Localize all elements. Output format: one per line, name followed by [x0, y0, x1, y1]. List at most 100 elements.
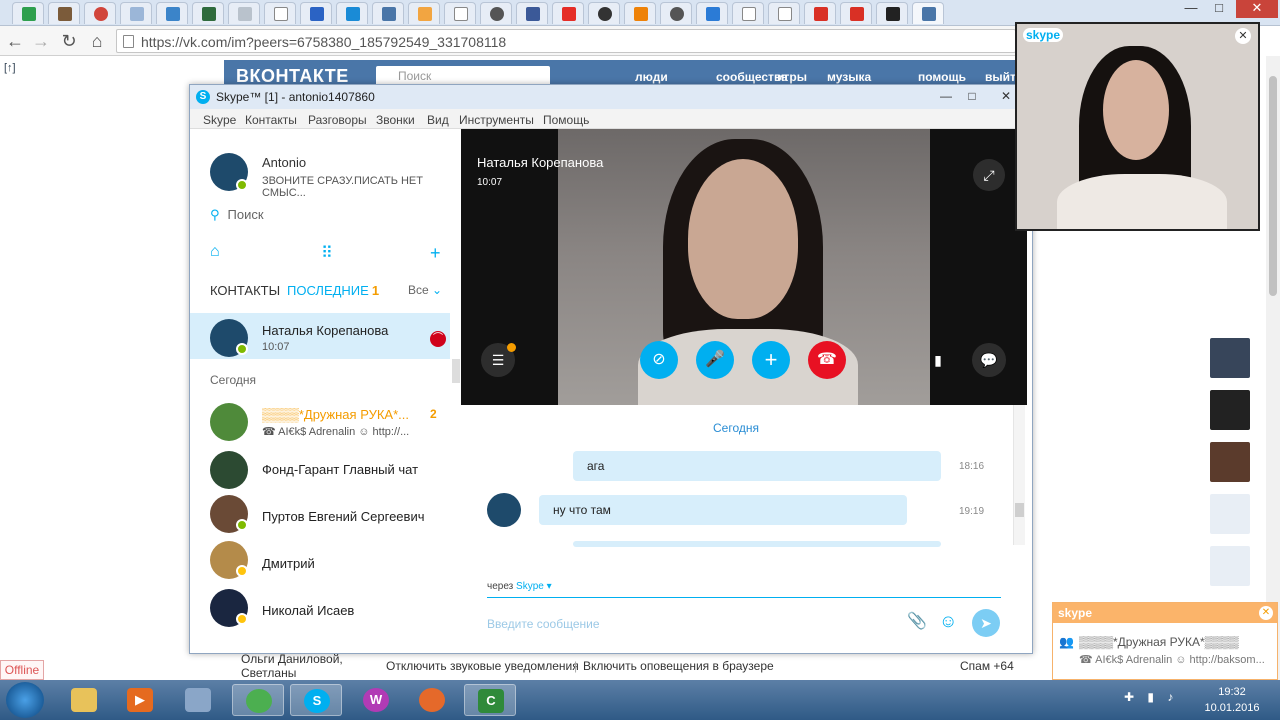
sidebar-scrollbar[interactable] [452, 359, 460, 383]
browser-tab[interactable] [120, 2, 152, 24]
home-icon[interactable]: ⌂ [210, 243, 220, 261]
send-button[interactable]: ➤ [972, 609, 1000, 637]
browser-tab[interactable] [336, 2, 368, 24]
vk-nav-people[interactable]: люди [635, 70, 668, 84]
menu-help[interactable]: Помощь [543, 113, 589, 127]
home-icon[interactable]: ⌂ [86, 30, 108, 52]
browser-tab[interactable] [372, 2, 404, 24]
forward-icon[interactable]: → [30, 30, 52, 52]
fullscreen-icon[interactable]: ⤢ [973, 159, 1005, 191]
browser-tab[interactable] [768, 2, 800, 24]
footer-user[interactable]: Ольги Даниловой, Светланы [241, 652, 371, 680]
menu-skype[interactable]: Skype [203, 113, 236, 127]
vk-nav-music[interactable]: музыка [827, 70, 871, 84]
reload-icon[interactable]: ↻ [58, 30, 80, 52]
add-to-call-button[interactable]: + [752, 341, 790, 379]
friend-avatar[interactable] [1210, 390, 1250, 430]
contact-search[interactable]: ⚲ Поиск [210, 207, 264, 223]
video-off-button[interactable]: ⊘ [640, 341, 678, 379]
browser-tab[interactable] [876, 2, 908, 24]
tab-recent[interactable]: ПОСЛЕДНИЕ 1 [287, 283, 379, 298]
vk-nav-games[interactable]: игры [777, 70, 807, 84]
browser-close-button[interactable]: ✕ [1236, 0, 1278, 18]
tray-antivirus-icon[interactable]: ✚ [1124, 690, 1134, 704]
vk-nav-help[interactable]: помощь [918, 70, 966, 84]
menu-view[interactable]: Вид [427, 113, 449, 127]
vk-search-input[interactable]: Поиск [376, 66, 550, 86]
taskbar-explorer[interactable] [58, 684, 110, 716]
contact-name[interactable]: ▒▒▒▒*Дружная РУКА*... [262, 407, 409, 422]
friend-avatar[interactable] [1210, 494, 1250, 534]
browser-tab[interactable] [732, 2, 764, 24]
back-icon[interactable]: ← [4, 30, 26, 52]
emoji-icon[interactable]: ☺ [939, 611, 957, 632]
friend-avatar[interactable] [1210, 546, 1250, 586]
skype-notification[interactable]: skype ✕ 👥 ▒▒▒▒*Дружная РУКА*▒▒▒▒ ☎ AI€k$… [1052, 602, 1278, 680]
browser-tab[interactable] [156, 2, 188, 24]
browser-tab[interactable] [444, 2, 476, 24]
browser-tab-active[interactable] [912, 2, 944, 24]
message-bubble[interactable]: ага [573, 451, 941, 481]
taskbar-media-player[interactable]: ▶ [114, 684, 166, 716]
browser-tab[interactable] [192, 2, 224, 24]
contact-avatar[interactable] [210, 403, 248, 441]
profile-name[interactable]: Antonio [262, 155, 306, 170]
browser-tab[interactable] [84, 2, 116, 24]
tab-contacts[interactable]: КОНТАКТЫ [210, 283, 280, 298]
taskbar-calculator[interactable] [172, 684, 224, 716]
close-self-view-button[interactable]: ✕ [1235, 28, 1251, 44]
filter-dropdown[interactable]: Все ⌄ [408, 283, 442, 297]
profile-mood[interactable]: ЗВОНИТЕ СРАЗУ.ПИСАТЬ НЕТ СМЫС... [262, 175, 461, 199]
call-quality-icon[interactable]: ▮ [921, 343, 955, 377]
browser-tab[interactable] [624, 2, 656, 24]
browser-tab[interactable] [408, 2, 440, 24]
taskbar-clock[interactable]: 19:32 10.01.2016 [1200, 684, 1264, 716]
mute-mic-button[interactable]: 🎤 [696, 341, 734, 379]
browser-tab[interactable] [804, 2, 836, 24]
send-via-selector[interactable]: через Skype ▾ [487, 581, 552, 592]
browser-tab[interactable] [660, 2, 692, 24]
contact-avatar[interactable] [210, 451, 248, 489]
message-bubble[interactable]: ну что там [539, 495, 907, 525]
taskbar-chrome[interactable] [232, 684, 284, 716]
browser-maximize-button[interactable]: □ [1206, 0, 1232, 18]
browser-tab[interactable] [480, 2, 512, 24]
taskbar-webmoney[interactable]: W [350, 684, 402, 716]
spam-link[interactable]: Спам +64 [960, 659, 1014, 673]
browser-minimize-button[interactable]: — [1178, 0, 1204, 18]
tray-network-icon[interactable]: ▮ [1147, 690, 1154, 704]
contact-name[interactable]: Дмитрий [262, 556, 315, 571]
attach-icon[interactable]: 📎 [907, 611, 927, 631]
browser-tab[interactable] [228, 2, 260, 24]
skype-minimize-button[interactable]: — [934, 87, 958, 105]
browser-tab[interactable] [12, 2, 44, 24]
taskbar-firefox[interactable] [406, 684, 458, 716]
page-scrollbar[interactable] [1266, 56, 1280, 680]
contact-name[interactable]: Пуртов Евгений Сергеевич [262, 509, 424, 524]
show-chat-icon[interactable]: 💬 [972, 343, 1006, 377]
chat-scrollbar[interactable] [1013, 405, 1025, 545]
menu-conversations[interactable]: Разговоры [308, 113, 367, 127]
menu-calls[interactable]: Звонки [376, 113, 415, 127]
disable-sound-link[interactable]: Отключить звуковые уведомления [386, 659, 579, 673]
browser-tab[interactable] [696, 2, 728, 24]
tray-volume-icon[interactable]: ♪ [1167, 690, 1173, 704]
vk-nav-logout[interactable]: выйт [985, 70, 1016, 84]
skype-maximize-button[interactable]: □ [960, 87, 984, 105]
menu-contacts[interactable]: Контакты [245, 113, 297, 127]
taskbar-camtasia[interactable]: C [464, 684, 516, 716]
friend-avatar[interactable] [1210, 442, 1250, 482]
close-notification-button[interactable]: ✕ [1259, 606, 1273, 620]
sender-avatar[interactable] [487, 493, 521, 527]
chat-scrollbar-thumb[interactable] [1015, 503, 1024, 517]
page-scrollbar-thumb[interactable] [1269, 76, 1277, 296]
enable-notifications-link[interactable]: Включить оповещения в браузере [583, 659, 774, 673]
browser-tab[interactable] [552, 2, 584, 24]
message-input[interactable]: Введите сообщение [487, 617, 600, 631]
hangup-button[interactable]: ☎ [808, 341, 846, 379]
browser-tab[interactable] [588, 2, 620, 24]
browser-tab[interactable] [516, 2, 548, 24]
taskbar-skype[interactable]: S [290, 684, 342, 716]
self-video-preview[interactable]: skype ✕ [1015, 22, 1260, 231]
add-contact-icon[interactable]: + [430, 243, 441, 264]
